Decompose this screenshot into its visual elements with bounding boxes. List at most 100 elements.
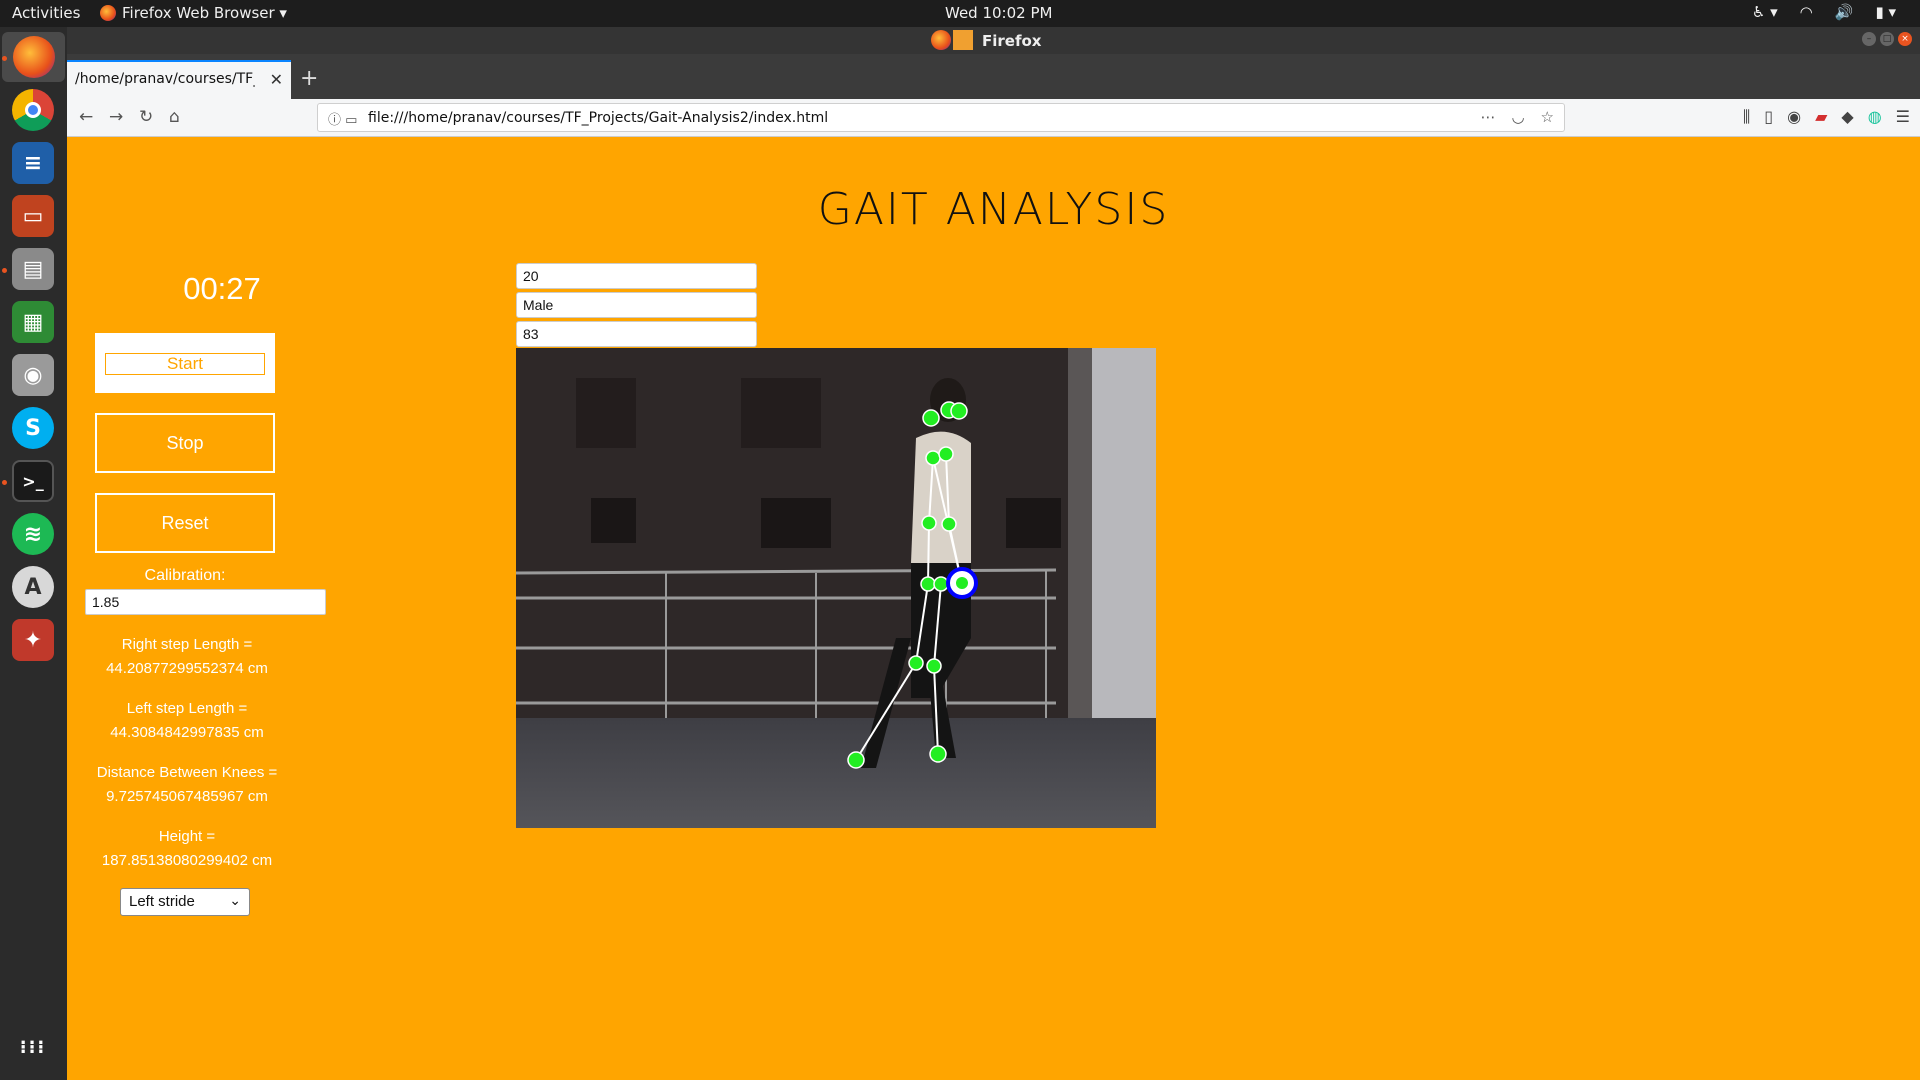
height-label: Height = xyxy=(158,828,216,845)
chrome-icon xyxy=(12,89,54,131)
dock-settings[interactable]: ✦ xyxy=(8,615,58,665)
software-center-icon: A xyxy=(12,566,54,608)
menu-icon[interactable]: ☰ xyxy=(1896,107,1910,127)
site-info-icon[interactable]: ⓘ ▭ xyxy=(328,109,357,128)
grid-icon: ⁝⁝⁝ xyxy=(19,1036,47,1058)
chevron-down-icon: ⌄ xyxy=(229,892,241,908)
volume-icon[interactable]: 🔊 xyxy=(1835,3,1854,21)
start-button[interactable]: Start xyxy=(95,333,275,393)
dock-camera[interactable]: ◉ xyxy=(8,350,58,400)
right-step-value: 44.20877299552374 cm xyxy=(106,660,268,677)
tab-title: /home/pranav/courses/TF_Projects/Gait-An… xyxy=(75,71,255,87)
activities-button[interactable]: Activities xyxy=(12,4,80,22)
close-window-button[interactable]: × xyxy=(1898,32,1912,46)
sharing-indicators xyxy=(931,30,973,50)
files-icon: ▤ xyxy=(12,248,54,290)
firefox-window: Firefox – □ × /home/pranav/courses/TF_Pr… xyxy=(67,27,1920,1080)
new-tab-button[interactable]: + xyxy=(300,66,318,91)
system-tray[interactable]: ♿ ▾ ◠ 🔊 ▮ ▾ xyxy=(1752,3,1896,21)
calibration-input[interactable]: 1.85 xyxy=(85,589,326,615)
page-actions-icon[interactable]: ⋯ xyxy=(1480,108,1495,126)
running-indicator xyxy=(2,268,7,273)
pdf-extension-icon[interactable]: ▰ xyxy=(1815,107,1827,127)
account-icon[interactable]: ◉ xyxy=(1787,107,1801,127)
url-actions: ⋯ ◡ ☆ xyxy=(1480,108,1554,126)
impress-icon: ▭ xyxy=(12,195,54,237)
window-titlebar: Firefox – □ × xyxy=(67,27,1920,54)
library-icon[interactable]: ⫼ xyxy=(1743,107,1750,127)
dock-writer[interactable]: ≡ xyxy=(8,138,58,188)
dock-spotify[interactable]: ≋ xyxy=(8,509,58,559)
page-content: GAIT ANALYSIS 00:27 Start Stop Reset Cal… xyxy=(67,137,1920,1080)
app-menu-label: Firefox Web Browser ▾ xyxy=(122,4,287,22)
dock-calc[interactable]: ▦ xyxy=(8,297,58,347)
toolbar-icons: ⫼ ▯ ◉ ▰ ◆ ◍ ☰ xyxy=(1743,107,1910,127)
battery-icon[interactable]: ▮ ▾ xyxy=(1875,3,1896,21)
bookmark-star-icon[interactable]: ☆ xyxy=(1541,108,1554,126)
gender-input[interactable]: Male xyxy=(516,292,757,318)
forward-button[interactable]: → xyxy=(109,107,123,127)
dock-terminal[interactable]: >_ xyxy=(8,456,58,506)
left-step-value: 44.3084842997835 cm xyxy=(110,724,264,741)
stop-button[interactable]: Stop xyxy=(95,413,275,473)
running-indicator xyxy=(2,56,7,61)
app-menu[interactable]: Firefox Web Browser ▾ xyxy=(100,4,287,22)
distance-between-knees: Distance Between Knees = 9.7257450674859… xyxy=(67,761,307,809)
terminal-icon: >_ xyxy=(12,460,54,502)
firefox-icon xyxy=(931,30,951,50)
weight-input[interactable]: 83 xyxy=(516,321,757,347)
reset-button[interactable]: Reset xyxy=(95,493,275,553)
pillar-shadow xyxy=(1068,348,1092,728)
maximize-button[interactable]: □ xyxy=(1880,32,1894,46)
dock-chrome[interactable] xyxy=(8,85,58,135)
right-step-label: Right step Length = xyxy=(121,636,253,653)
timer-display: 00:27 xyxy=(183,271,261,306)
dock-skype[interactable]: S xyxy=(8,403,58,453)
stride-select[interactable]: Left stride ⌄ xyxy=(120,888,250,916)
system-top-bar: Activities Firefox Web Browser ▾ Wed 10:… xyxy=(0,0,1920,27)
writer-icon: ≡ xyxy=(12,142,54,184)
left-step-length: Left step Length = 44.3084842997835 cm xyxy=(67,697,307,745)
floor xyxy=(516,718,1156,828)
grammarly-icon[interactable]: ◍ xyxy=(1868,107,1882,127)
minimize-button[interactable]: – xyxy=(1862,32,1876,46)
url-text: file:///home/pranav/courses/TF_Projects/… xyxy=(368,110,829,126)
page-title: GAIT ANALYSIS xyxy=(817,184,1170,235)
show-applications-button[interactable]: ⁝⁝⁝ xyxy=(8,1022,58,1072)
running-indicator xyxy=(2,480,7,485)
right-step-length: Right step Length = 44.20877299552374 cm xyxy=(67,633,307,681)
firefox-icon xyxy=(100,5,116,21)
wifi-icon[interactable]: ◠ xyxy=(1800,3,1813,21)
knees-label: Distance Between Knees = xyxy=(96,764,278,781)
height-stat: Height = 187.85138080299402 cm xyxy=(67,825,307,873)
dock-impress[interactable]: ▭ xyxy=(8,191,58,241)
navigation-toolbar: ← → ↻ ⌂ ⓘ ▭ file:///home/pranav/courses/… xyxy=(67,99,1920,137)
camera-sharing-icon xyxy=(953,30,973,50)
calc-icon: ▦ xyxy=(12,301,54,343)
tab-gait-analysis[interactable]: /home/pranav/courses/TF_Projects/Gait-An… xyxy=(67,60,291,99)
spotify-icon: ≋ xyxy=(12,513,54,555)
webcam-pose-canvas xyxy=(516,348,1156,828)
knees-value: 9.725745067485967 cm xyxy=(106,788,268,805)
age-input[interactable]: 20 xyxy=(516,263,757,289)
dock: ≡ ▭ ▤ ▦ ◉ S >_ ≋ A ✦ ⁝⁝⁝ xyxy=(0,27,67,1080)
clock[interactable]: Wed 10:02 PM xyxy=(945,4,1052,22)
dock-software[interactable]: A xyxy=(8,562,58,612)
tab-close-icon[interactable]: ✕ xyxy=(270,70,283,89)
height-value: 187.85138080299402 cm xyxy=(101,852,273,869)
sidebar-icon[interactable]: ▯ xyxy=(1764,107,1773,127)
start-button-label: Start xyxy=(105,353,265,375)
reload-button[interactable]: ↻ xyxy=(139,107,153,127)
accessibility-icon[interactable]: ♿ ▾ xyxy=(1752,3,1778,21)
stride-select-value: Left stride xyxy=(129,893,195,910)
skype-icon: S xyxy=(12,407,54,449)
pocket-icon[interactable]: ◡ xyxy=(1511,108,1524,126)
back-button[interactable]: ← xyxy=(79,107,93,127)
home-button[interactable]: ⌂ xyxy=(169,107,180,127)
dock-files[interactable]: ▤ xyxy=(8,244,58,294)
left-step-label: Left step Length = xyxy=(126,700,248,717)
extension-icon[interactable]: ◆ xyxy=(1841,107,1853,127)
dock-firefox[interactable] xyxy=(2,32,65,82)
url-bar[interactable]: ⓘ ▭ file:///home/pranav/courses/TF_Proje… xyxy=(317,103,1565,132)
camera-icon: ◉ xyxy=(12,354,54,396)
